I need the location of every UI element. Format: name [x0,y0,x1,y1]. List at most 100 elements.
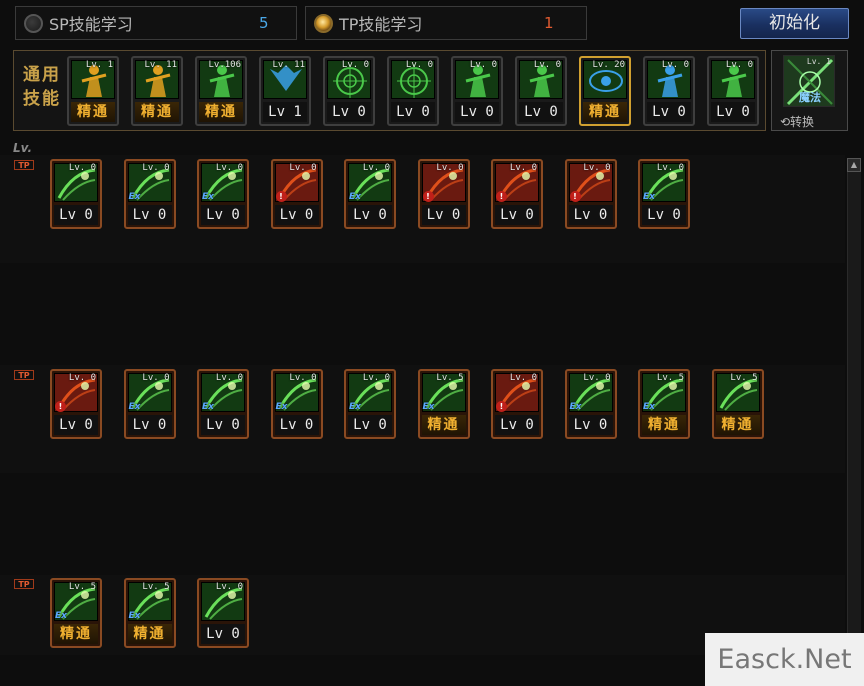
tp-skill-slot[interactable]: Lv. 0 Lv 0 [197,578,249,648]
tp-skill-slot[interactable]: Lv. 5 Ex 精通 [50,578,102,648]
common-skill-slot[interactable]: Lv. 1 精通 [67,56,119,126]
skill-level: Lv 0 [201,415,245,435]
reset-button[interactable]: 初始化 [740,8,849,39]
lock-badge-icon: ! [496,401,507,412]
skill-top-level: Lv. 11 [272,60,305,70]
tab-sp-skill[interactable]: SP技能学习 5 [15,6,297,40]
skill-top-level: Lv. 0 [509,373,537,383]
skill-level: Lv 0 [495,205,539,225]
tp-skill-slot[interactable]: Lv. 0 ! Lv 0 [564,159,617,229]
tp-skill-slot[interactable]: Lv. 5 精通 [711,369,764,439]
skill-top-level: Lv. 5 [142,582,170,592]
common-skill-slot[interactable]: Lv. 0 Lv 0 [323,56,375,126]
common-skill-slot[interactable]: Lv. 11 精通 [131,56,183,126]
tp-skill-slot[interactable]: Lv. 0 Ex Lv 0 [564,369,617,439]
magic-icon[interactable]: Lv. 1 魔法 [783,55,835,107]
skill-level: 精通 [71,102,115,122]
tp-skill-slot[interactable]: Lv. 0 ! Lv 0 [491,369,543,439]
tp-skill-slot[interactable]: Lv. 0 Ex Lv 0 [344,159,396,229]
tp-skill-slot[interactable]: Lv. 0 Ex Lv 0 [638,159,690,229]
lock-badge-icon: ! [569,191,581,202]
tp-skill-slot[interactable]: Lv. 0 Ex Lv 0 [270,369,323,439]
skill-level: Lv 0 [201,205,245,225]
skill-level: Lv 0 [455,102,499,122]
skill-window: SP技能学习 5 TP技能学习 1 初始化 通用技能 Lv. 1 精通 Lv. … [0,0,864,686]
lv-header: Lv. [13,141,33,155]
common-skill-slot[interactable]: Lv. 0 Lv 0 [707,56,759,126]
skill-level: Lv 0 [568,415,613,435]
tab-tp-skill[interactable]: TP技能学习 1 [305,6,587,40]
ex-badge-icon: Ex [275,402,288,412]
tp-marker-icon: TP [14,579,34,589]
skill-level: Lv 0 [54,415,98,435]
skill-top-level: Lv. 0 [469,60,497,70]
skill-level: Lv 0 [127,415,172,435]
tp-skill-slot[interactable]: Lv. 5 Ex 精通 [638,369,690,439]
skill-top-level: Lv. 0 [215,582,243,592]
tab-tp-label: TP技能学习 [339,15,423,34]
switch-label[interactable]: ⟲转换 [780,113,814,130]
skill-top-level: Lv. 0 [405,60,433,70]
tp-skill-slot[interactable]: Lv. 5 Ex 精通 [417,369,470,439]
skill-top-level: Lv. 0 [341,60,369,70]
common-skill-slot[interactable]: Lv. 0 Lv 0 [643,56,695,126]
tp-skill-slot[interactable]: Lv. 5 Ex 精通 [123,578,176,648]
common-skill-slot[interactable]: Lv. 0 Lv 0 [515,56,567,126]
skill-level: 精通 [135,102,179,122]
skill-level: Lv 1 [263,102,307,122]
ex-badge-icon: Ex [128,192,141,202]
skill-level: 精通 [642,415,686,435]
sp-radio-icon[interactable] [24,13,43,33]
tp-skill-slot[interactable]: Lv. 0 Ex Lv 0 [197,159,249,229]
skill-top-level: Lv. 0 [583,163,611,173]
skill-top-level: Lv. 0 [436,163,464,173]
tp-skill-slot[interactable]: Lv. 0 ! Lv 0 [50,369,102,439]
common-skill-slot[interactable]: Lv. 11 Lv 1 [259,56,311,126]
tp-skill-slot[interactable]: Lv. 0 Ex Lv 0 [123,369,176,439]
skill-level: Lv 0 [348,205,392,225]
skill-level: Lv 0 [421,205,466,225]
ex-badge-icon: Ex [349,402,361,412]
tp-skill-slot[interactable]: Lv. 0 Ex Lv 0 [123,159,176,229]
skill-top-level: Lv. 0 [362,163,390,173]
common-skill-slot[interactable]: Lv. 0 Lv 0 [387,56,439,126]
skill-level: 精通 [715,415,760,435]
tp-skill-slot[interactable]: Lv. 0 Lv 0 [50,159,102,229]
magic-switch-box[interactable]: Lv. 1 魔法 ⟲转换 [771,50,848,131]
lock-badge-icon: ! [275,191,287,202]
skill-top-level: Lv.106 [208,60,241,70]
common-skill-slot[interactable]: Lv. 0 Lv 0 [451,56,503,126]
skill-top-level: Lv. 5 [68,582,96,592]
common-skill-slot[interactable]: Lv.106 精通 [195,56,247,126]
skill-level: Lv 0 [495,415,539,435]
tp-skill-slot[interactable]: Lv. 0 Ex Lv 0 [344,369,396,439]
sp-points-value: 5 [259,14,269,32]
tab-sp-label: SP技能学习 [49,15,133,34]
scroll-up-icon[interactable]: ▲ [847,158,861,172]
tp-skill-slot[interactable]: Lv. 0 ! Lv 0 [270,159,323,229]
tp-skill-slot[interactable]: Lv. 0 ! Lv 0 [491,159,543,229]
skill-top-level: Lv. 0 [289,373,317,383]
skill-level: Lv 0 [348,415,392,435]
common-skill-slot[interactable]: Lv. 20 精通 [579,56,631,126]
skill-top-level: Lv. 0 [362,373,390,383]
tp-radio-icon[interactable] [314,13,333,33]
skill-top-level: Lv. 0 [661,60,689,70]
ex-badge-icon: Ex [643,402,655,412]
skill-level: 精通 [583,102,627,122]
ex-badge-icon: Ex [128,402,141,412]
skill-top-level: Lv. 20 [592,60,625,70]
lock-badge-icon: ! [422,191,434,202]
skill-top-level: Lv. 0 [142,373,170,383]
skill-level: Lv 0 [519,102,563,122]
magic-top-level: Lv. 1 [806,57,831,66]
skill-level: Lv 0 [568,205,613,225]
skill-level: Lv 0 [327,102,371,122]
skill-level: Lv 0 [201,624,245,644]
skill-top-level: Lv. 0 [289,163,317,173]
tp-skill-slot[interactable]: Lv. 0 Ex Lv 0 [197,369,249,439]
magic-label: 魔法 [799,91,821,104]
tp-skill-slot[interactable]: Lv. 0 ! Lv 0 [417,159,470,229]
skill-level: Lv 0 [127,205,172,225]
scrollbar[interactable] [847,158,861,638]
